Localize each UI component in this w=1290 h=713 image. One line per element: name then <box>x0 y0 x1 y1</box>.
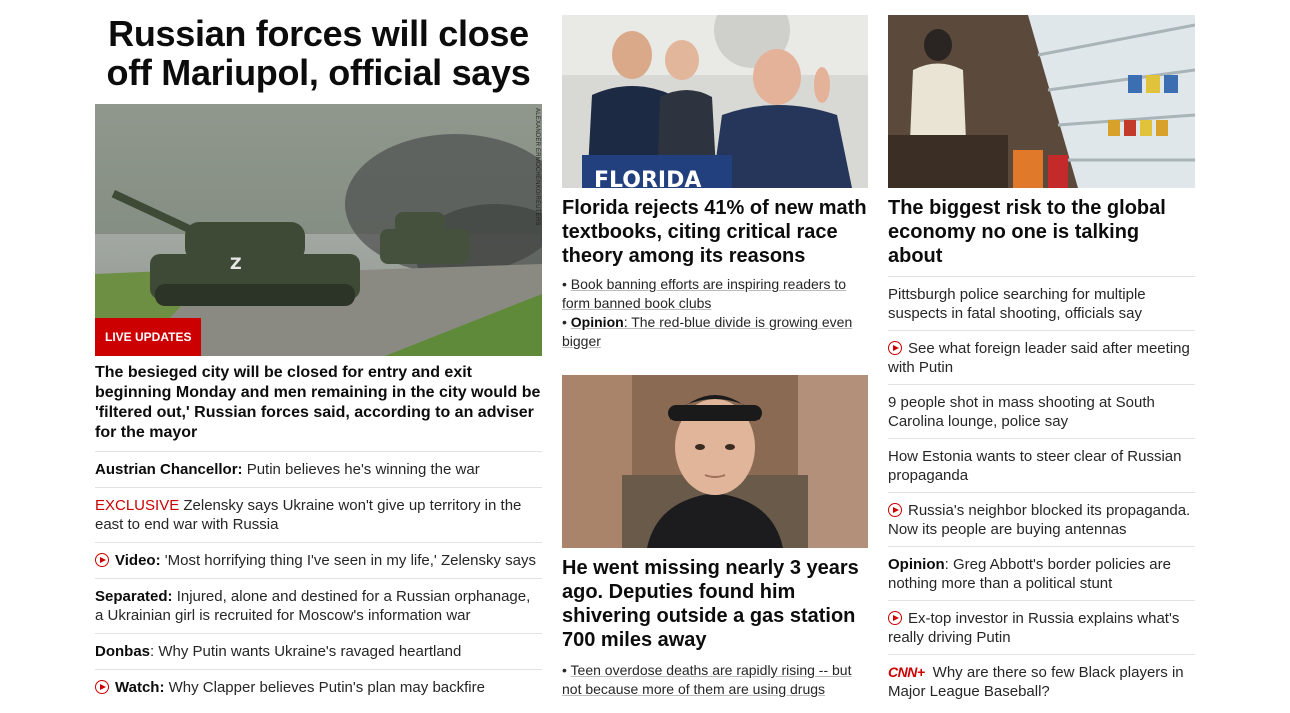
florida-headline[interactable]: Florida rejects 41% of new math textbook… <box>562 196 868 268</box>
item-text: Russia's neighbor blocked its propaganda… <box>888 502 1191 538</box>
item-text: : Why Putin wants Ukraine's ravaged hear… <box>150 643 462 660</box>
teen-related-bullets: • Teen overdose deaths are rapidly risin… <box>562 661 868 699</box>
item-label: Separated: <box>95 588 173 605</box>
right-headline-list: Pittsburgh police searching for multiple… <box>888 276 1195 708</box>
play-icon <box>95 680 109 694</box>
item-label: Watch: <box>115 679 165 696</box>
item-text: Pittsburgh police searching for multiple… <box>888 286 1146 322</box>
play-icon <box>95 553 109 567</box>
item-text: 9 people shot in mass shooting at South … <box>888 394 1155 430</box>
item-label: Donbas <box>95 643 151 660</box>
item-label: Opinion <box>888 556 945 573</box>
missing-teen-image[interactable] <box>562 375 868 548</box>
play-icon <box>888 611 902 625</box>
grocery-store-image[interactable] <box>888 15 1195 188</box>
podium-sign: FLORIDA <box>594 168 701 188</box>
item-text: How Estonia wants to steer clear of Russ… <box>888 448 1182 484</box>
lead-related-list: Austrian Chancellor: Putin believes he's… <box>95 451 542 705</box>
bullet-opinion-divide[interactable]: • Opinion: The red-blue divide is growin… <box>562 313 868 351</box>
right-headline-item[interactable]: Ex-top investor in Russia explains what'… <box>888 600 1195 654</box>
item-text: Why Clapper believes Putin's plan may ba… <box>164 679 485 696</box>
teen-photo <box>562 375 868 548</box>
lead-headline[interactable]: Russian forces will close off Mariupol, … <box>95 14 542 92</box>
photo-credit: ALEXANDER ERMOCHENKO/REUTERS <box>534 108 540 226</box>
item-text: See what foreign leader said after meeti… <box>888 340 1190 376</box>
right-headline-item[interactable]: Pittsburgh police searching for multiple… <box>888 276 1195 330</box>
exclusive-label: EXCLUSIVE <box>95 497 180 514</box>
item-text: Ex-top investor in Russia explains what'… <box>888 610 1180 646</box>
play-icon <box>888 503 902 517</box>
item-text: Why are there so few Black players in Ma… <box>888 664 1184 700</box>
middle-column: FLORIDA Florida rejects 41% of new math … <box>562 0 868 699</box>
florida-photo: FLORIDA <box>562 15 868 188</box>
economy-headline[interactable]: The biggest risk to the global economy n… <box>888 196 1195 268</box>
right-headline-item[interactable]: CNN+ Why are there so few Black players … <box>888 654 1195 708</box>
svg-text:Z: Z <box>230 254 242 273</box>
right-headline-item[interactable]: 9 people shot in mass shooting at South … <box>888 384 1195 438</box>
live-updates-badge[interactable]: LIVE UPDATES <box>95 318 202 356</box>
right-headline-item[interactable]: See what foreign leader said after meeti… <box>888 330 1195 384</box>
lead-story: Russian forces will close off Mariupol, … <box>95 0 542 705</box>
right-headline-item[interactable]: Russia's neighbor blocked its propaganda… <box>888 492 1195 546</box>
lead-related-item[interactable]: Video: 'Most horrifying thing I've seen … <box>95 542 542 578</box>
right-headline-item[interactable]: How Estonia wants to steer clear of Russ… <box>888 438 1195 492</box>
cnn-plus-logo: CNN+ <box>888 664 925 680</box>
item-label: Austrian Chancellor: <box>95 461 243 478</box>
bullet-book-banning[interactable]: • Book banning efforts are inspiring rea… <box>562 275 868 313</box>
item-text: 'Most horrifying thing I've seen in my l… <box>160 552 536 569</box>
missing-teen-headline[interactable]: He went missing nearly 3 years ago. Depu… <box>562 556 868 652</box>
item-label: Video: <box>115 552 161 569</box>
florida-related-bullets: • Book banning efforts are inspiring rea… <box>562 275 868 351</box>
lead-summary[interactable]: The besieged city will be closed for ent… <box>95 363 542 451</box>
lead-related-item[interactable]: Donbas: Why Putin wants Ukraine's ravage… <box>95 633 542 669</box>
grocery-photo <box>888 15 1195 188</box>
lead-related-item[interactable]: Austrian Chancellor: Putin believes he's… <box>95 451 542 487</box>
lead-related-item[interactable]: EXCLUSIVE Zelensky says Ukraine won't gi… <box>95 487 542 542</box>
right-headline-item[interactable]: Opinion: Greg Abbott's border policies a… <box>888 546 1195 600</box>
item-text: Putin believes he's winning the war <box>242 461 480 478</box>
play-icon <box>888 341 902 355</box>
lead-image-tanks[interactable]: Z ALEXANDER ERMOCHENKO/REUTERS LIVE UPDA… <box>95 104 542 356</box>
lead-related-item[interactable]: Watch: Why Clapper believes Putin's plan… <box>95 669 542 705</box>
florida-press-conference-image[interactable]: FLORIDA <box>562 15 868 188</box>
lead-related-item[interactable]: Separated: Injured, alone and destined f… <box>95 578 542 633</box>
right-column: The biggest risk to the global economy n… <box>888 0 1195 708</box>
bullet-overdose[interactable]: • Teen overdose deaths are rapidly risin… <box>562 661 868 699</box>
